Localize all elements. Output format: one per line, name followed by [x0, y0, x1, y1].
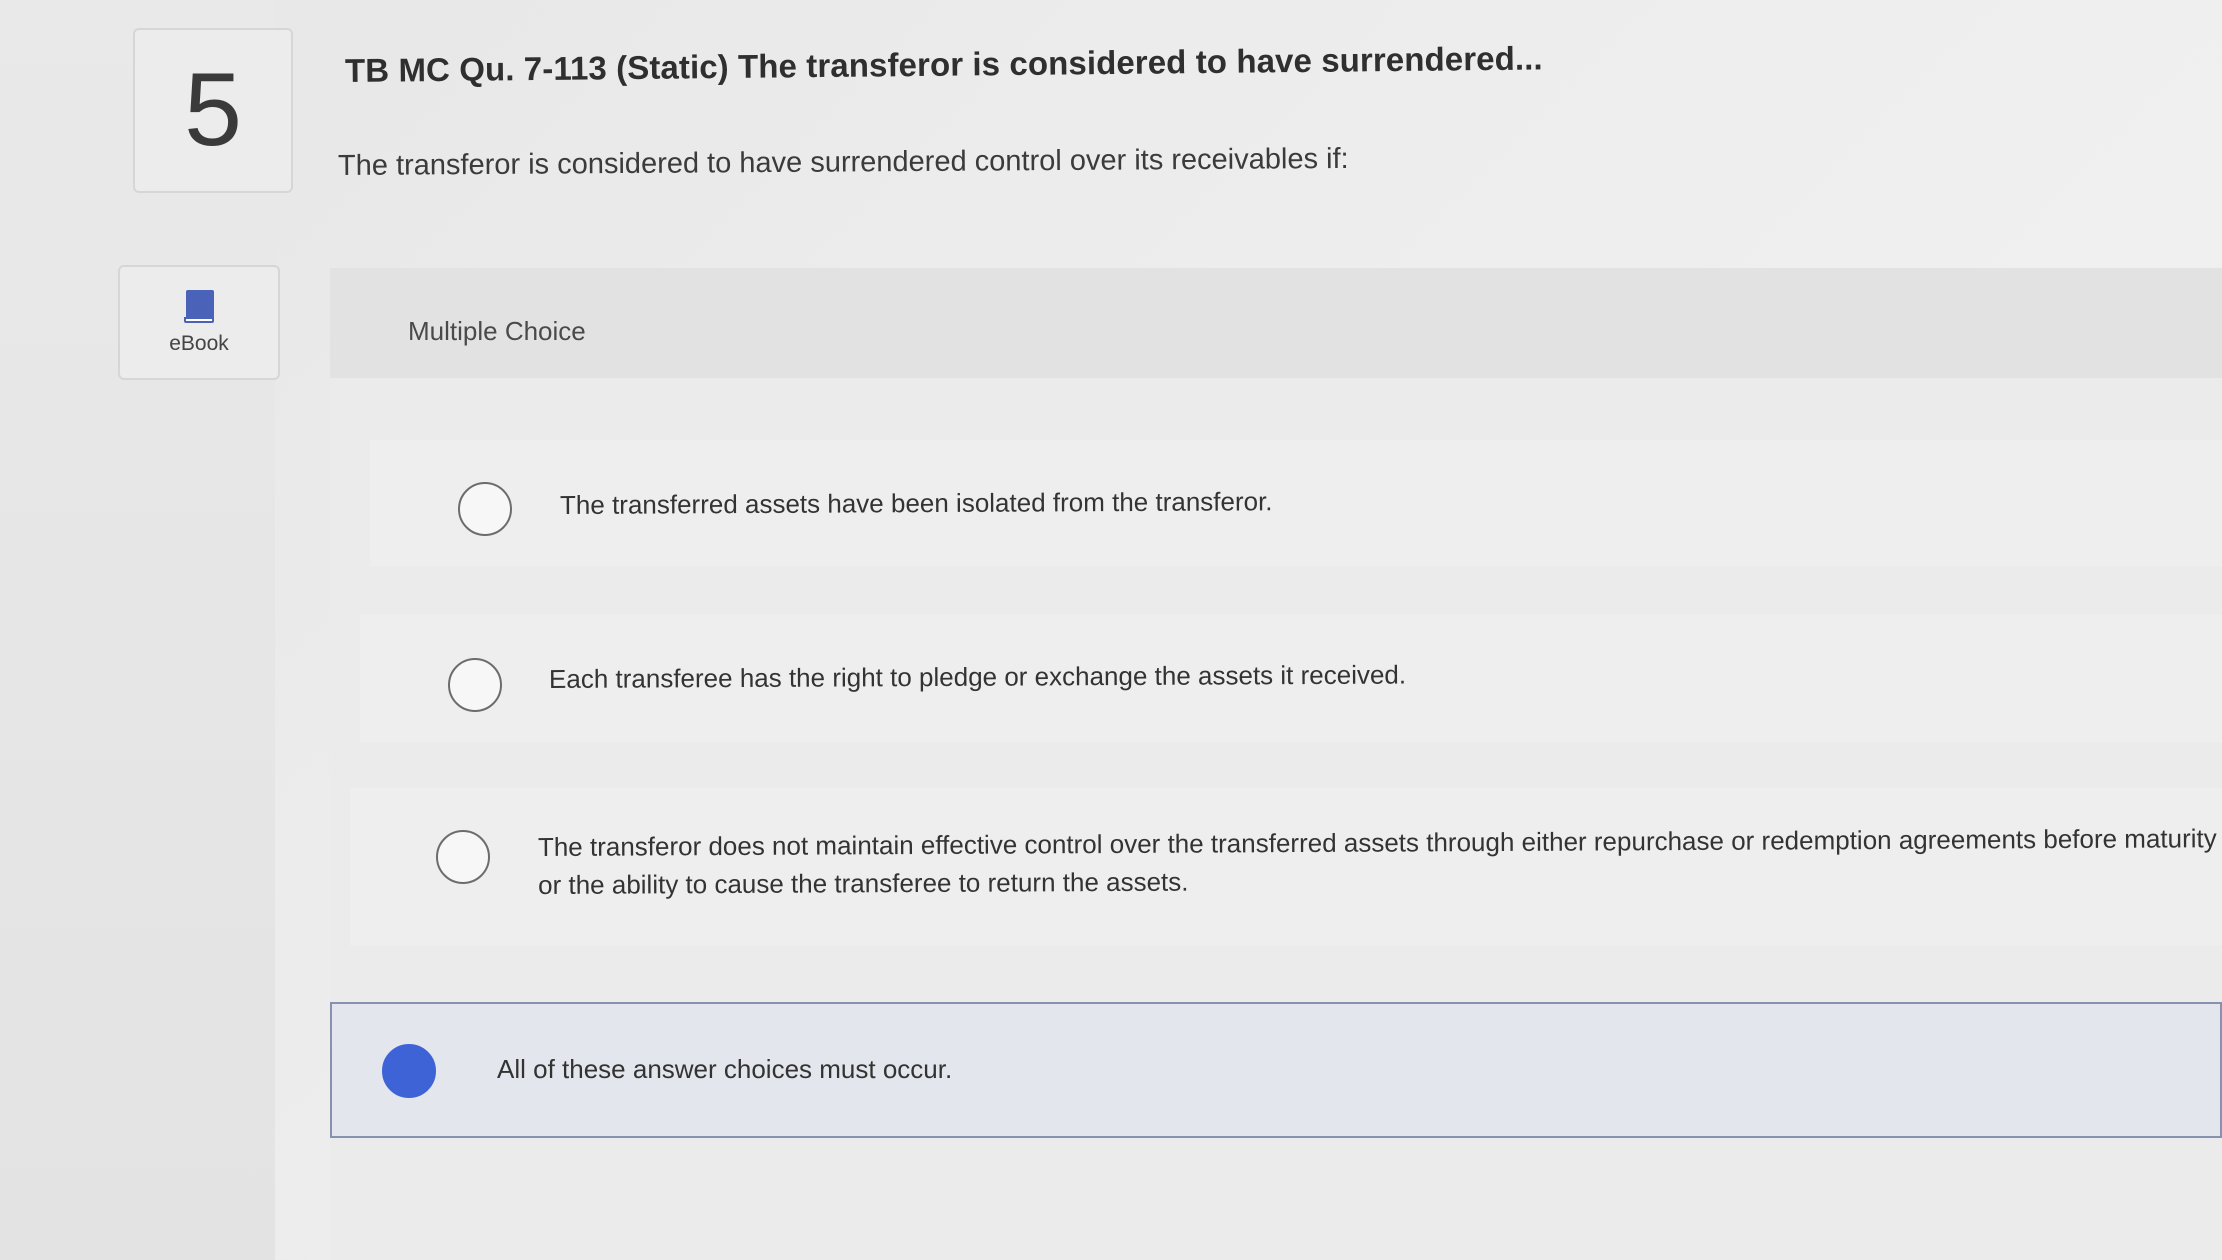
multiple-choice-label: Multiple Choice [408, 316, 586, 346]
answer-option-2[interactable]: Each transferee has the right to pledge … [360, 614, 2222, 742]
answer-option-text: The transferred assets have been isolate… [559, 486, 1273, 520]
ebook-label: eBook [169, 331, 229, 355]
multiple-choice-header: Multiple Choice [330, 268, 2222, 378]
radio-button-selected-icon[interactable] [382, 1044, 436, 1098]
question-number: 5 [133, 28, 293, 193]
answer-option-4[interactable]: All of these answer choices must occur. [330, 1002, 2222, 1138]
book-icon [184, 289, 214, 324]
radio-button-icon[interactable] [458, 482, 512, 536]
answer-option-1[interactable]: The transferred assets have been isolate… [370, 440, 2222, 566]
answer-option-text: The transferor does not maintain effecti… [537, 823, 2217, 900]
question-prompt: The transferor is considered to have sur… [337, 142, 1349, 182]
answer-option-3[interactable]: The transferor does not maintain effecti… [350, 788, 2222, 946]
question-title: TB MC Qu. 7-113 (Static) The transferor … [344, 39, 1543, 89]
radio-button-icon[interactable] [448, 658, 502, 712]
ebook-button[interactable]: eBook [118, 265, 280, 380]
answer-panel: Multiple Choice The transferred assets h… [330, 268, 2222, 1260]
answer-option-text: All of these answer choices must occur. [497, 1054, 953, 1084]
radio-button-icon[interactable] [436, 830, 490, 884]
answer-option-text: Each transferee has the right to pledge … [548, 659, 1407, 694]
